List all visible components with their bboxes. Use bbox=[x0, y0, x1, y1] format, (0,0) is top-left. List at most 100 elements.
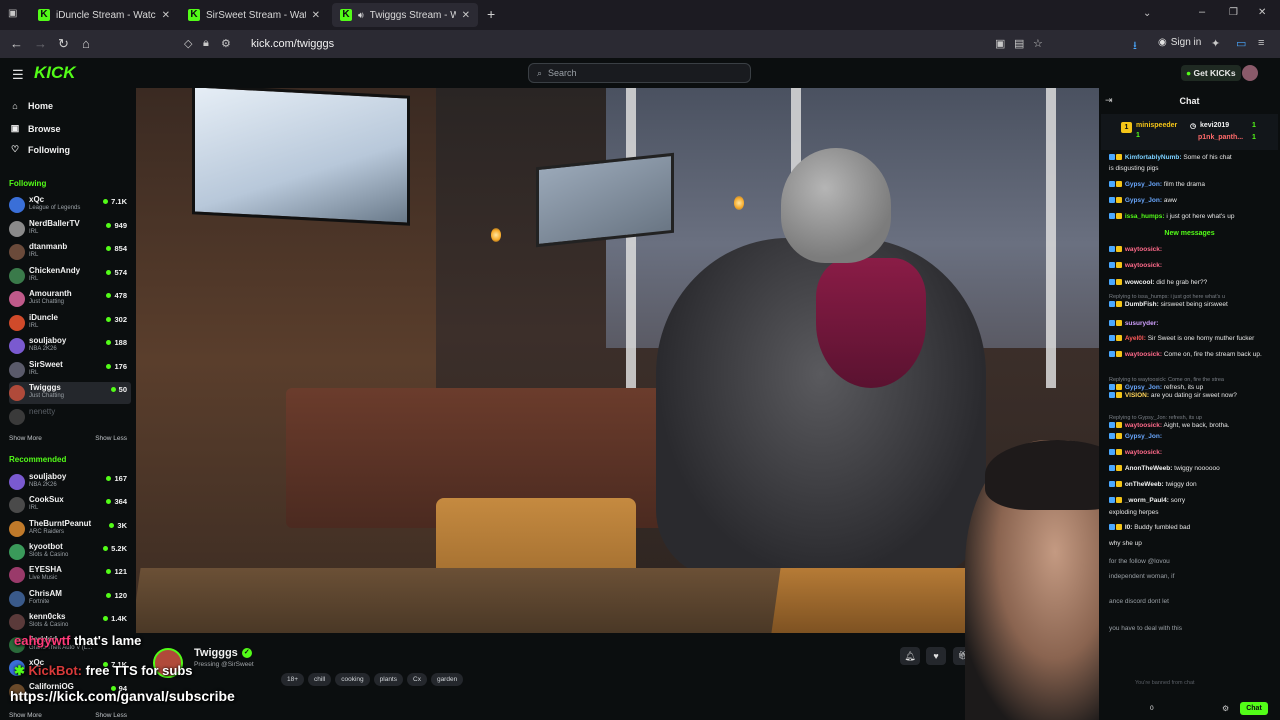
chat-username[interactable]: waytoosick: bbox=[1125, 422, 1162, 429]
stream-tag[interactable]: 18+ bbox=[281, 673, 305, 686]
url-field[interactable]: kick.com/twigggs bbox=[251, 38, 334, 50]
new-tab-icon[interactable]: + bbox=[487, 6, 495, 22]
chat-username[interactable]: KimfortablyNumb: bbox=[1125, 154, 1182, 161]
channel-item[interactable]: kenn0cks Slots & Casino 1.4K bbox=[9, 611, 131, 633]
permissions-icon[interactable]: ⚙ bbox=[221, 37, 231, 50]
chat-message[interactable]: waytoosick: Come on, fire the stream bac… bbox=[1109, 351, 1267, 359]
hamburger-menu-icon[interactable]: ☰ bbox=[12, 67, 24, 83]
streamer-name[interactable]: Twigggs bbox=[194, 647, 238, 659]
chat-message[interactable]: why she up bbox=[1109, 540, 1267, 548]
shield-icon[interactable]: ◇ bbox=[184, 37, 192, 50]
chat-username[interactable]: _worm_Paul4: bbox=[1125, 497, 1169, 504]
chat-message[interactable]: for the follow @lovou bbox=[1109, 558, 1267, 566]
chat-message[interactable]: Gypsy_Jon: aww bbox=[1109, 197, 1267, 205]
chat-username[interactable]: VISION: bbox=[1125, 392, 1149, 399]
gifter-name[interactable]: kevi2019 bbox=[1200, 122, 1229, 129]
channel-item[interactable]: nenetty bbox=[9, 406, 131, 428]
chat-username[interactable]: waytoosick: bbox=[1125, 351, 1162, 358]
stream-category[interactable]: Pressing @SirSweet bbox=[194, 661, 254, 668]
send-chat-button[interactable]: Chat bbox=[1240, 702, 1268, 715]
stream-tag[interactable]: cooking bbox=[335, 673, 370, 686]
close-icon[interactable]: ✕ bbox=[162, 10, 170, 21]
notification-bell-icon[interactable]: 🔔︎ bbox=[900, 647, 920, 665]
channel-item[interactable]: SirSweet IRL 176 bbox=[9, 359, 131, 381]
speaker-icon[interactable]: 🔊︎ bbox=[358, 10, 364, 21]
user-avatar[interactable] bbox=[1242, 65, 1258, 81]
chat-message[interactable]: wowcool: did he grab her?? bbox=[1109, 279, 1267, 287]
back-icon[interactable]: ← bbox=[10, 36, 23, 51]
channel-item[interactable]: kyootbot Slots & Casino 5.2K bbox=[9, 541, 131, 563]
show-less-button[interactable]: Show Less bbox=[95, 435, 127, 442]
tab-sirsweet[interactable]: K SirSweet Stream - Watch Live on ✕ bbox=[180, 3, 328, 27]
chat-username[interactable]: onTheWeeb: bbox=[1125, 481, 1164, 488]
sidebar-item-following[interactable]: ♡ Following bbox=[10, 144, 70, 155]
chat-username[interactable]: AnonTheWeeb: bbox=[1125, 465, 1173, 472]
channel-item[interactable]: xQc League of Legends 7.1K bbox=[9, 194, 131, 216]
chat-message[interactable]: _worm_Paul4: sorry bbox=[1109, 497, 1267, 505]
window-close-icon[interactable]: ✕ bbox=[1258, 7, 1266, 18]
chat-username[interactable]: susuryder: bbox=[1125, 320, 1159, 327]
channel-item[interactable]: Amouranth Just Chatting 478 bbox=[9, 288, 131, 310]
download-icon[interactable]: ⭳ bbox=[1133, 37, 1137, 56]
close-icon[interactable]: ✕ bbox=[312, 10, 320, 21]
forward-icon[interactable]: → bbox=[34, 36, 47, 51]
channel-item[interactable]: iDuncle IRL 302 bbox=[9, 312, 131, 334]
stream-tag[interactable]: chill bbox=[308, 673, 332, 686]
chat-message[interactable]: waytoosick: bbox=[1109, 262, 1267, 270]
bookmark-star-icon[interactable]: ☆ bbox=[1033, 37, 1043, 50]
channel-item[interactable]: souljaboy NBA 2K26 167 bbox=[9, 471, 131, 493]
chat-username[interactable]: Gypsy_Jon: bbox=[1125, 181, 1162, 188]
chat-message[interactable]: onTheWeeb: twiggy don bbox=[1109, 481, 1267, 489]
gifter-name[interactable]: minispeeder bbox=[1136, 122, 1177, 129]
sign-in-button[interactable]: ◉ Sign in bbox=[1158, 37, 1201, 48]
video-player[interactable] bbox=[136, 88, 1099, 633]
channel-item[interactable]: Twigggs Just Chatting 50 bbox=[9, 382, 131, 404]
channel-item[interactable]: ChrisAM Fortnite 120 bbox=[9, 588, 131, 610]
channel-item[interactable]: NerdBallerTV IRL 949 bbox=[9, 218, 131, 240]
tab-twigggs[interactable]: K 🔊︎ Twigggs Stream - Watch Live ✕ bbox=[332, 3, 478, 27]
channel-item[interactable]: CookSux IRL 364 bbox=[9, 494, 131, 516]
maximize-icon[interactable]: ❐ bbox=[1229, 7, 1238, 18]
stream-tag[interactable]: plants bbox=[373, 673, 403, 686]
sidebar-item-home[interactable]: ⌂ Home bbox=[10, 101, 53, 111]
chat-message[interactable]: Gypsy_Jon: bbox=[1109, 433, 1267, 441]
chat-message[interactable]: AnonTheWeeb: twiggy noooooo bbox=[1109, 465, 1267, 473]
channel-item[interactable]: EYESHA Live Music 121 bbox=[9, 564, 131, 586]
chat-username[interactable]: Ayel0l: bbox=[1125, 335, 1146, 342]
chat-username[interactable]: waytoosick: bbox=[1125, 449, 1162, 456]
chat-message[interactable]: KimfortablyNumb: Some of his chat bbox=[1109, 154, 1267, 162]
chat-username[interactable]: DumbFish: bbox=[1125, 301, 1159, 308]
chat-username[interactable]: waytoosick: bbox=[1125, 262, 1162, 269]
chat-message[interactable]: VISION: are you dating sir sweet now? bbox=[1109, 392, 1267, 400]
chat-message[interactable]: waytoosick: bbox=[1109, 246, 1267, 254]
channel-item[interactable]: ChickenAndy IRL 574 bbox=[9, 265, 131, 287]
search-input[interactable]: ⌕ Search bbox=[528, 63, 751, 83]
channel-item[interactable]: dtanmanb IRL 854 bbox=[9, 241, 131, 263]
kick-logo[interactable]: KICK bbox=[34, 63, 76, 83]
chat-username[interactable]: Gypsy_Jon: bbox=[1125, 384, 1162, 391]
chat-username[interactable]: wowcool: bbox=[1125, 279, 1155, 286]
show-more-button[interactable]: Show More bbox=[9, 712, 42, 719]
menu-icon[interactable]: ≡ bbox=[1258, 37, 1264, 49]
chat-message[interactable]: issa_humps: i just got here what's up bbox=[1109, 213, 1267, 221]
chat-message[interactable]: DumbFish: sirsweet being sirsweet bbox=[1109, 301, 1267, 309]
sidebar-icon[interactable]: ▭ bbox=[1236, 37, 1246, 50]
chat-message[interactable]: independent woman, if bbox=[1109, 573, 1267, 581]
sidebar-item-browse[interactable]: ▣ Browse bbox=[10, 123, 61, 134]
chat-username[interactable]: issa_humps: bbox=[1125, 213, 1165, 220]
chat-message[interactable]: waytoosick: bbox=[1109, 449, 1267, 457]
tab-list-icon[interactable]: ▣ bbox=[8, 8, 17, 19]
chat-username[interactable]: l0: bbox=[1125, 524, 1133, 531]
chat-message[interactable]: Ayel0l: Sir Sweet is one horny muther fu… bbox=[1109, 335, 1267, 343]
chat-username[interactable]: Gypsy_Jon: bbox=[1125, 197, 1162, 204]
reload-icon[interactable]: ↻ bbox=[58, 36, 69, 52]
minimize-icon[interactable]: – bbox=[1199, 6, 1205, 18]
gear-icon[interactable]: ⚙ bbox=[1222, 704, 1229, 713]
gifter-name[interactable]: p1nk_panth... bbox=[1198, 134, 1243, 141]
lock-icon[interactable]: 🔒︎ bbox=[203, 37, 209, 50]
chat-message[interactable]: ance discord dont let bbox=[1109, 598, 1267, 606]
get-kicks-button[interactable]: ● Get KICKs bbox=[1181, 65, 1241, 81]
picture-in-picture-icon[interactable]: ▣ bbox=[995, 37, 1005, 50]
chat-message[interactable]: waytoosick: Aight, we back, brotha. bbox=[1109, 422, 1267, 430]
chat-message[interactable]: exploding herpes bbox=[1109, 509, 1267, 517]
